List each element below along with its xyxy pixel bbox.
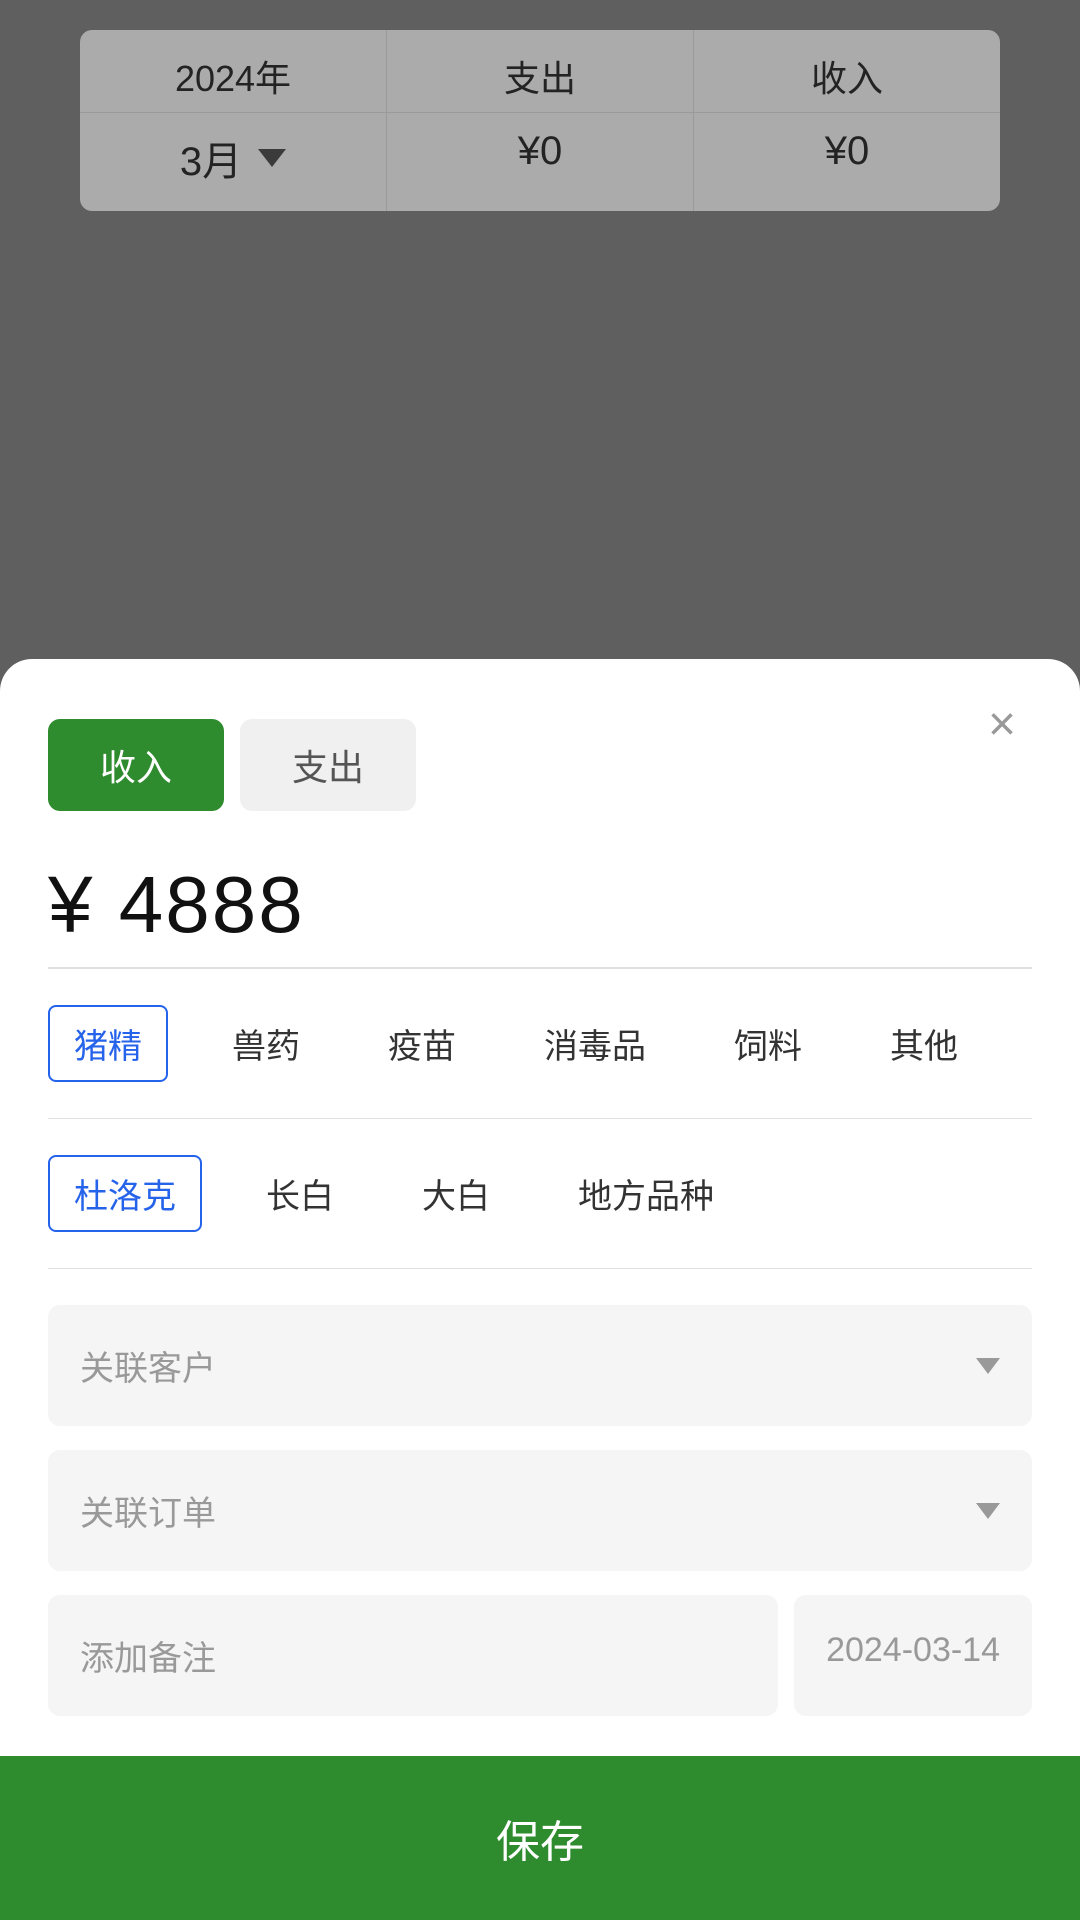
order-placeholder-label: 关联订单 (80, 1486, 216, 1535)
customer-placeholder-label: 关联客户 (80, 1341, 216, 1390)
amount-divider (48, 967, 1032, 969)
category-tag-row: 猪精 兽药 疫苗 消毒品 饲料 其他 (48, 1005, 1032, 1082)
tab-expense-label: 支出 (292, 747, 364, 788)
modal-overlay: × 收入 支出 ¥ 4888 猪精 兽药 疫苗 消毒品 饲料 其他 (0, 0, 1080, 1920)
close-icon: × (988, 701, 1016, 749)
tab-expense[interactable]: 支出 (240, 719, 416, 811)
category-tag-vaccine[interactable]: 疫苗 (364, 1007, 480, 1080)
breed-tag-local[interactable]: 地方品种 (554, 1157, 738, 1230)
breed-divider (48, 1268, 1032, 1269)
category-tag-feed[interactable]: 饲料 (710, 1007, 826, 1080)
breed-tag-large-white[interactable]: 大白 (398, 1157, 514, 1230)
date-input[interactable]: 2024-03-14 (794, 1595, 1032, 1716)
bottom-inputs-row: 添加备注 2024-03-14 (48, 1595, 1032, 1716)
customer-chevron-icon (976, 1358, 1000, 1374)
date-value-label: 2024-03-14 (826, 1631, 1000, 1669)
note-input[interactable]: 添加备注 (48, 1595, 778, 1716)
tab-row: 收入 支出 (48, 719, 1032, 811)
tab-income[interactable]: 收入 (48, 719, 224, 811)
category-tag-disinfectant[interactable]: 消毒品 (520, 1007, 670, 1080)
category-tag-pig-semen[interactable]: 猪精 (48, 1005, 168, 1082)
customer-dropdown[interactable]: 关联客户 (48, 1305, 1032, 1426)
save-label: 保存 (496, 1818, 584, 1867)
amount-value: ¥ 4888 (48, 860, 305, 949)
breed-tag-duroc[interactable]: 杜洛克 (48, 1155, 202, 1232)
order-dropdown[interactable]: 关联订单 (48, 1450, 1032, 1571)
bottom-sheet: × 收入 支出 ¥ 4888 猪精 兽药 疫苗 消毒品 饲料 其他 (0, 659, 1080, 1920)
save-button[interactable]: 保存 (0, 1756, 1080, 1920)
order-chevron-icon (976, 1503, 1000, 1519)
category-divider (48, 1118, 1032, 1119)
category-tag-other[interactable]: 其他 (866, 1007, 982, 1080)
tab-income-label: 收入 (100, 747, 172, 788)
close-button[interactable]: × (972, 695, 1032, 755)
breed-tag-landrace[interactable]: 长白 (242, 1157, 358, 1230)
amount-display[interactable]: ¥ 4888 (48, 859, 1032, 951)
category-tag-vet-medicine[interactable]: 兽药 (208, 1007, 324, 1080)
breed-tag-row: 杜洛克 长白 大白 地方品种 (48, 1155, 1032, 1232)
note-placeholder-label: 添加备注 (80, 1640, 216, 1678)
